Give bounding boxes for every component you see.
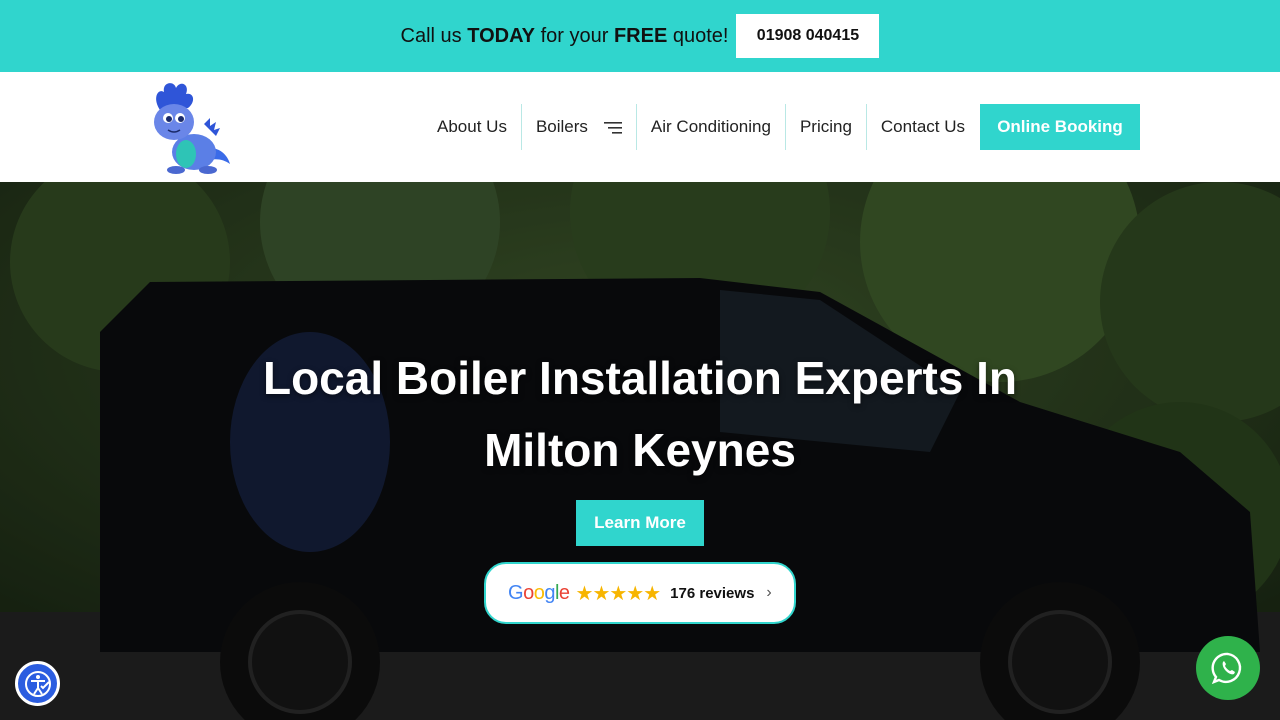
- hero-title-line-2: Milton Keynes: [484, 424, 796, 476]
- promo-text-middle: for your: [535, 24, 614, 47]
- google-reviews-badge[interactable]: Google ★★★★★ 176 reviews ›: [484, 562, 796, 624]
- whatsapp-icon: [1211, 652, 1242, 685]
- promo-text-suffix: quote!: [667, 24, 729, 47]
- nav-about-us[interactable]: About Us: [423, 104, 521, 150]
- rating-stars: ★★★★★: [575, 582, 662, 605]
- hero-section: Local Boiler Installation Experts In Mil…: [0, 182, 1280, 720]
- nav-contact-us[interactable]: Contact Us: [865, 104, 979, 150]
- promo-text-free: FREE: [613, 24, 668, 47]
- nav-air-conditioning-label: Air Conditioning: [650, 117, 771, 136]
- accessibility-button[interactable]: [15, 661, 60, 706]
- hero-title-line-1: Local Boiler Installation Experts In: [262, 352, 1018, 404]
- nav-contact-us-label: Contact Us: [880, 117, 965, 136]
- google-logo: Google: [508, 581, 570, 604]
- whatsapp-button[interactable]: [1196, 636, 1260, 700]
- site-header: About Us Boilers Air Conditioning Pricin…: [0, 72, 1280, 182]
- promo-text-prefix: Call us: [400, 24, 468, 47]
- nav-air-conditioning[interactable]: Air Conditioning: [635, 104, 785, 150]
- top-promo-bar: Call us TODAY for your FREE quote! 01908…: [0, 0, 1280, 72]
- online-booking-button[interactable]: Online Booking: [980, 104, 1140, 150]
- review-count: 176 reviews: [670, 584, 755, 602]
- learn-more-button[interactable]: Learn More: [576, 500, 704, 546]
- nav-pricing[interactable]: Pricing: [784, 104, 866, 150]
- hamburger-menu-icon[interactable]: [603, 120, 622, 134]
- nav-boilers[interactable]: Boilers: [520, 104, 636, 150]
- promo-text-today: TODAY: [467, 24, 536, 47]
- accessibility-icon: [24, 670, 51, 697]
- nav-about-us-label: About Us: [437, 117, 507, 136]
- dragon-mascot-logo[interactable]: [146, 80, 234, 176]
- hero-title: Local Boiler Installation Experts In Mil…: [0, 342, 1280, 486]
- nav-pricing-label: Pricing: [799, 117, 852, 136]
- nav-boilers-label: Boilers: [535, 117, 588, 136]
- phone-number-button[interactable]: 01908 040415: [736, 14, 880, 58]
- chevron-right-icon: ›: [766, 584, 772, 601]
- promo-text: Call us TODAY for your FREE quote!: [401, 25, 729, 48]
- main-nav: About Us Boilers Air Conditioning Pricin…: [423, 104, 1140, 150]
